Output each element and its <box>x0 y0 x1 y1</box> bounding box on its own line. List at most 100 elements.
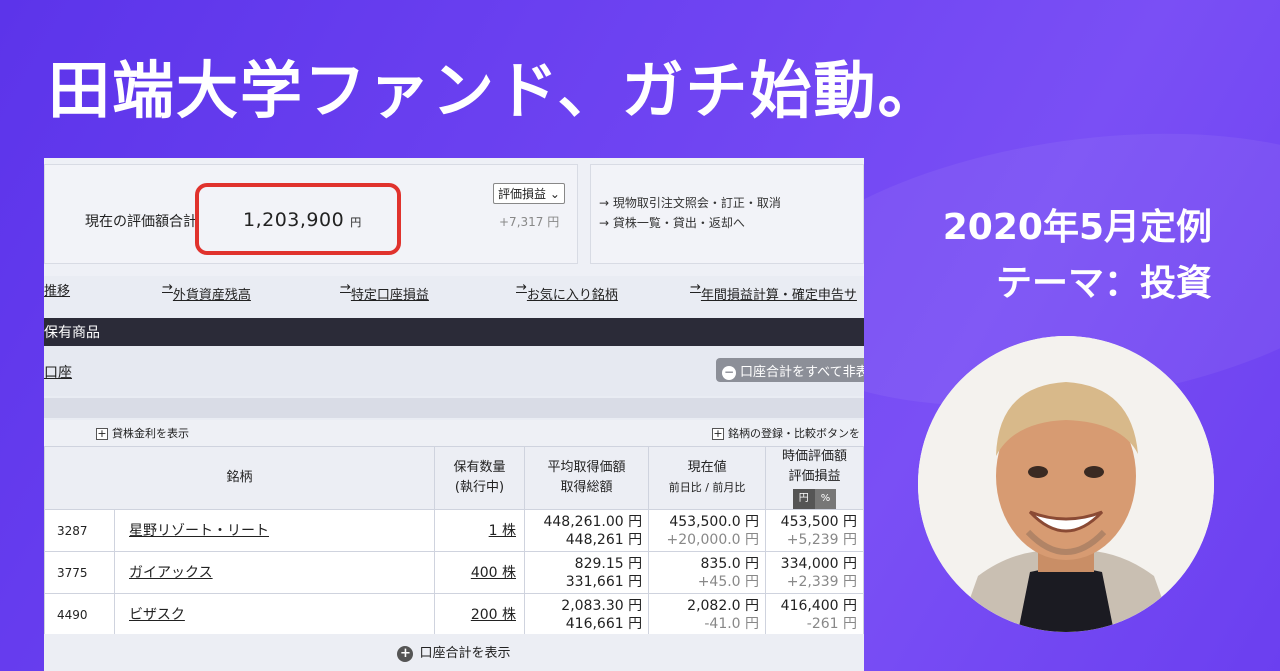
nav-link-fx-balance-label: 外貨資産残高 <box>172 288 251 303</box>
row-price: 2,082.0 円 -41.0 円 <box>648 593 767 636</box>
portrait-illustration <box>918 336 1214 632</box>
link-order-inquiry[interactable]: → 現物取引注文照会・訂正・取消 <box>599 193 863 213</box>
link-lending-list[interactable]: → 貸株一覧・貸出・返却へ <box>599 213 863 233</box>
toggle-row: + 貸株金利を表示 + 銘柄の登録・比較ボタンを <box>44 420 864 446</box>
banner-title: 田端大学ファンド、ガチ始動。 <box>48 54 942 127</box>
row-code: 4490 <box>44 593 115 636</box>
header-value-label: 時価評価額 <box>782 449 848 464</box>
nav-link-favorites[interactable]: → お気に入り銘柄 <box>516 280 618 303</box>
header-price: 現在値前日比 / 前月比 <box>648 446 767 510</box>
summary-panel: 現在の評価額合計 1,203,900 円 評価損益 ⌄ +7,317 円 → 現物… <box>44 158 864 276</box>
row-change: -41.0 円 <box>704 615 760 632</box>
nav-link-annual-pl-label: 年間損益計算・確定申告サ <box>700 288 857 303</box>
row-change: +45.0 円 <box>697 573 760 590</box>
row-value: 416,400 円 -261 円 <box>765 593 864 636</box>
row-name-link[interactable]: ガイアックス <box>114 551 435 594</box>
plus-box-icon: + <box>96 427 108 440</box>
row-avg-price: 448,261.00 円 <box>543 513 643 530</box>
nav-link-annual-pl[interactable]: → 年間損益計算・確定申告サ <box>690 280 857 303</box>
valuation-select[interactable]: 評価損益 ⌄ <box>493 183 565 204</box>
unit-toggle-yen[interactable]: 円 <box>792 489 815 509</box>
header-value: 時価評価額評価損益円% <box>765 446 864 510</box>
valuation-label: 現在の評価額合計 <box>85 214 197 230</box>
row-market-value: 416,400 円 <box>780 597 857 614</box>
row-pl: +2,339 円 <box>786 573 857 590</box>
show-lending-rate-toggle[interactable]: + 貸株金利を表示 <box>96 425 189 441</box>
row-change: +20,000.0 円 <box>666 531 760 548</box>
table-row: 3775 ガイアックス 400 株 829.15 円 331,661 円 835.… <box>44 551 864 594</box>
row-qty-link[interactable]: 200 株 <box>434 593 525 636</box>
minus-circle-icon: − <box>722 365 736 380</box>
row-price: 453,500.0 円 +20,000.0 円 <box>648 509 767 552</box>
divider-strip <box>44 398 864 418</box>
row-total-cost: 416,661 円 <box>565 615 643 632</box>
row-avg: 448,261.00 円 448,261 円 <box>523 509 650 552</box>
row-pl: -261 円 <box>806 615 857 632</box>
row-qty-link[interactable]: 400 株 <box>434 551 525 594</box>
link-order-inquiry-label: 現物取引注文照会・訂正・取消 <box>612 196 781 210</box>
account-row: 口座 − 口座合計をすべて非表 <box>44 346 864 396</box>
header-price-label: 現在値 <box>687 460 727 475</box>
compare-toggle[interactable]: + 銘柄の登録・比較ボタンを <box>712 425 860 441</box>
header-name: 銘柄 <box>44 446 435 510</box>
row-total-cost: 331,661 円 <box>565 573 643 590</box>
unit-toggle-percent[interactable]: % <box>814 489 837 509</box>
row-market-value: 334,000 円 <box>780 555 857 572</box>
table-row: 4490 ビザスク 200 株 2,083.30 円 416,661 円 2,08… <box>44 593 864 636</box>
hide-all-totals-button[interactable]: − 口座合計をすべて非表 <box>716 358 864 382</box>
show-totals-button[interactable]: + 口座合計を表示 <box>44 634 864 671</box>
header-qty-label: 保有数量 <box>453 460 506 475</box>
row-current-price: 2,082.0 円 <box>687 597 760 614</box>
show-totals-label: 口座合計を表示 <box>419 646 511 661</box>
valuation-diff: +7,317 円 <box>499 215 560 229</box>
row-code: 3287 <box>44 509 115 552</box>
theme-line: テーマ：投資 <box>995 263 1212 304</box>
plus-circle-icon: + <box>397 646 414 662</box>
row-code: 3775 <box>44 551 115 594</box>
nav-link-favorites-label: お気に入り銘柄 <box>526 288 618 303</box>
banner-meta: 2020年5月定例 テーマ：投資 <box>943 200 1212 312</box>
quick-links-box: → 現物取引注文照会・訂正・取消 → 貸株一覧・貸出・返却へ <box>590 164 864 264</box>
header-qty-sub: (執行中) <box>454 480 505 495</box>
row-price: 835.0 円 +45.0 円 <box>648 551 767 594</box>
chevron-down-icon: ⌄ <box>549 187 560 201</box>
portfolio-screenshot: 現在の評価額合計 1,203,900 円 評価損益 ⌄ +7,317 円 → 現物… <box>44 158 864 671</box>
nav-link-specific-account-label: 特定口座損益 <box>350 288 429 303</box>
row-total-cost: 448,261 円 <box>565 531 643 548</box>
row-pl: +5,239 円 <box>786 531 857 548</box>
header-avg: 平均取得価額 取得総額 <box>523 446 650 510</box>
nav-link-history[interactable]: 推移 <box>44 280 70 299</box>
row-market-value: 453,500 円 <box>780 513 857 530</box>
show-lending-rate-label: 貸株金利を表示 <box>112 427 189 440</box>
arrow-right-icon: → <box>599 216 610 230</box>
header-qty: 保有数量 (執行中) <box>434 446 525 510</box>
row-current-price: 453,500.0 円 <box>669 513 760 530</box>
valuation-box: 現在の評価額合計 1,203,900 円 評価損益 ⌄ +7,317 円 <box>44 164 578 264</box>
date-line: 2020年5月定例 <box>942 207 1212 248</box>
arrow-right-icon: → <box>599 196 610 210</box>
row-value: 334,000 円 +2,339 円 <box>765 551 864 594</box>
table-header-row: 銘柄 保有数量 (執行中) 平均取得価額 取得総額 現在値前日比 / 前月比 時価評… <box>44 446 864 510</box>
row-current-price: 835.0 円 <box>700 555 760 572</box>
row-value: 453,500 円 +5,239 円 <box>765 509 864 552</box>
header-value-sub: 評価損益 <box>788 469 841 484</box>
row-name-link[interactable]: 星野リゾート・リート <box>114 509 435 552</box>
plus-box-icon: + <box>712 427 724 440</box>
link-lending-list-label: 貸株一覧・貸出・返却へ <box>612 216 745 230</box>
nav-link-fx-balance[interactable]: → 外貨資産残高 <box>162 280 251 303</box>
row-name-link[interactable]: ビザスク <box>114 593 435 636</box>
avatar <box>918 336 1214 632</box>
header-price-sub[interactable]: 前日比 / 前月比 <box>649 478 765 498</box>
row-qty-link[interactable]: 1 株 <box>434 509 525 552</box>
table-row: 3287 星野リゾート・リート 1 株 448,261.00 円 448,261 … <box>44 509 864 552</box>
valuation-select-value: 評価損益 <box>498 187 547 201</box>
account-link[interactable]: 口座 <box>44 362 72 382</box>
highlight-box <box>195 183 401 255</box>
row-avg: 2,083.30 円 416,661 円 <box>523 593 650 636</box>
row-avg-price: 829.15 円 <box>574 555 643 572</box>
hide-all-totals-label: 口座合計をすべて非表 <box>740 365 864 380</box>
nav-links: 推移 → 外貨資産残高 → 特定口座損益 → お気に入り銘柄 → 年間損益計算・… <box>44 276 864 316</box>
header-avg-sub: 取得総額 <box>560 480 613 495</box>
header-avg-label: 平均取得価額 <box>547 460 626 475</box>
nav-link-specific-account[interactable]: → 特定口座損益 <box>340 280 429 303</box>
